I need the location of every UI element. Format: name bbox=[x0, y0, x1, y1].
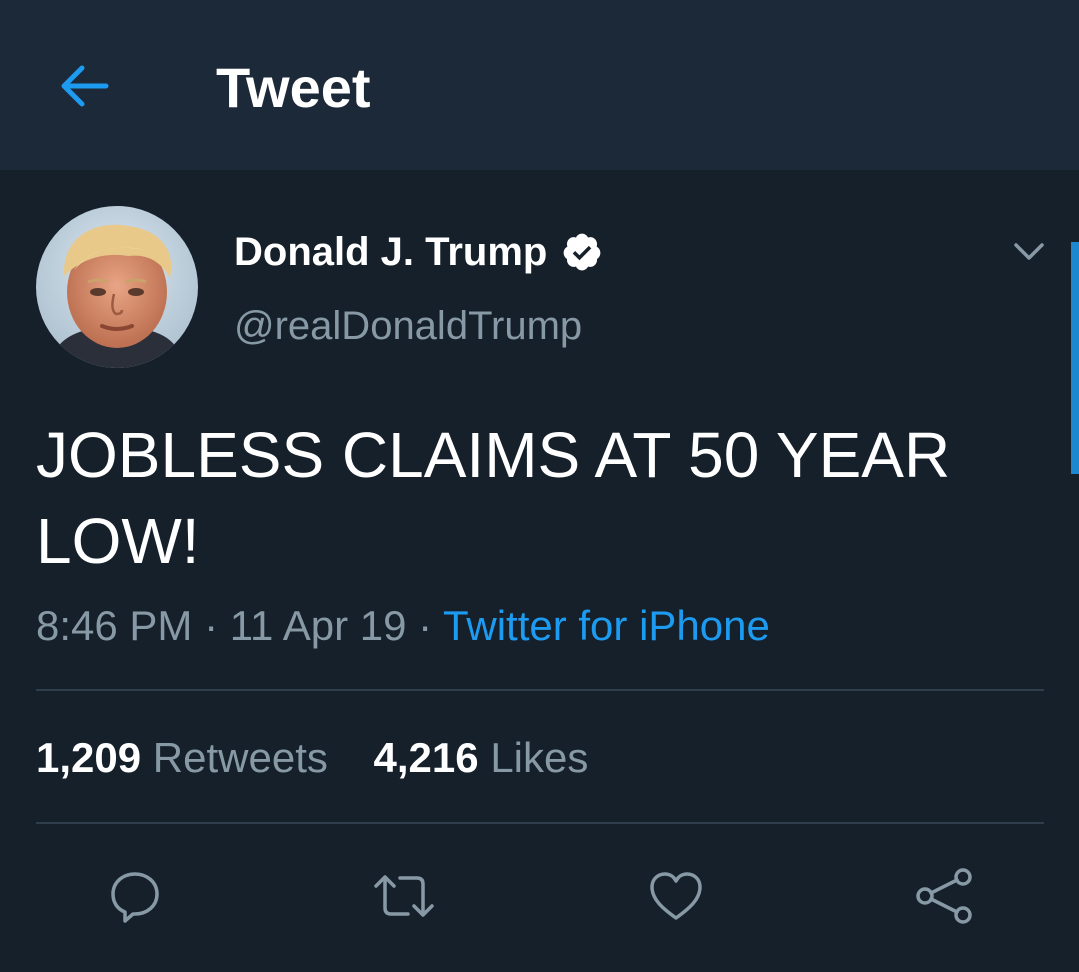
like-icon bbox=[650, 872, 702, 920]
more-options-button[interactable] bbox=[1008, 230, 1050, 272]
avatar-image bbox=[36, 206, 198, 368]
likes-count: 4,216 bbox=[373, 734, 479, 781]
retweets-count: 1,209 bbox=[36, 734, 142, 781]
avatar[interactable] bbox=[36, 206, 198, 368]
divider bbox=[36, 689, 1044, 691]
reply-button[interactable] bbox=[101, 862, 169, 930]
top-app-bar: Tweet bbox=[0, 0, 1079, 170]
scroll-indicator[interactable] bbox=[1071, 242, 1079, 474]
divider bbox=[36, 822, 1044, 824]
meta-separator: · bbox=[406, 602, 444, 649]
tweet-detail-screen: Tweet Donald J. Trump @realDonaldTrump J… bbox=[0, 0, 1079, 972]
reply-icon bbox=[111, 872, 159, 923]
share-button[interactable] bbox=[910, 862, 978, 930]
meta-separator: · bbox=[192, 602, 230, 649]
retweet-button[interactable] bbox=[370, 862, 438, 930]
chevron-down-icon bbox=[1014, 243, 1044, 260]
tweet-source-link[interactable]: Twitter for iPhone bbox=[443, 602, 770, 649]
user-handle[interactable]: @realDonaldTrump bbox=[234, 300, 582, 352]
back-button[interactable] bbox=[52, 54, 116, 118]
likes-stat[interactable]: 4,216 Likes bbox=[374, 728, 589, 788]
retweets-stat[interactable]: 1,209 Retweets bbox=[36, 728, 328, 788]
arrow-left-icon bbox=[61, 65, 109, 107]
tweet-text: JOBLESS CLAIMS AT 50 YEAR LOW! bbox=[36, 419, 951, 577]
verified-badge-icon bbox=[563, 233, 601, 271]
author-name-row[interactable]: Donald J. Trump bbox=[234, 226, 603, 278]
retweet-icon bbox=[374, 875, 434, 917]
display-name: Donald J. Trump bbox=[234, 230, 548, 274]
page-title: Tweet bbox=[216, 56, 371, 119]
tweet-timestamp: 8:46 PM · 11 Apr 19 · Twitter for iPhone bbox=[36, 596, 770, 656]
share-icon bbox=[916, 868, 972, 924]
engagement-stats: 1,209 Retweets 4,216 Likes bbox=[36, 728, 588, 788]
likes-label: Likes bbox=[490, 734, 589, 781]
like-button[interactable] bbox=[642, 862, 710, 930]
tweet-time: 8:46 PM bbox=[36, 602, 193, 649]
retweets-label: Retweets bbox=[152, 734, 328, 781]
tweet-date: 11 Apr 19 bbox=[229, 602, 407, 649]
